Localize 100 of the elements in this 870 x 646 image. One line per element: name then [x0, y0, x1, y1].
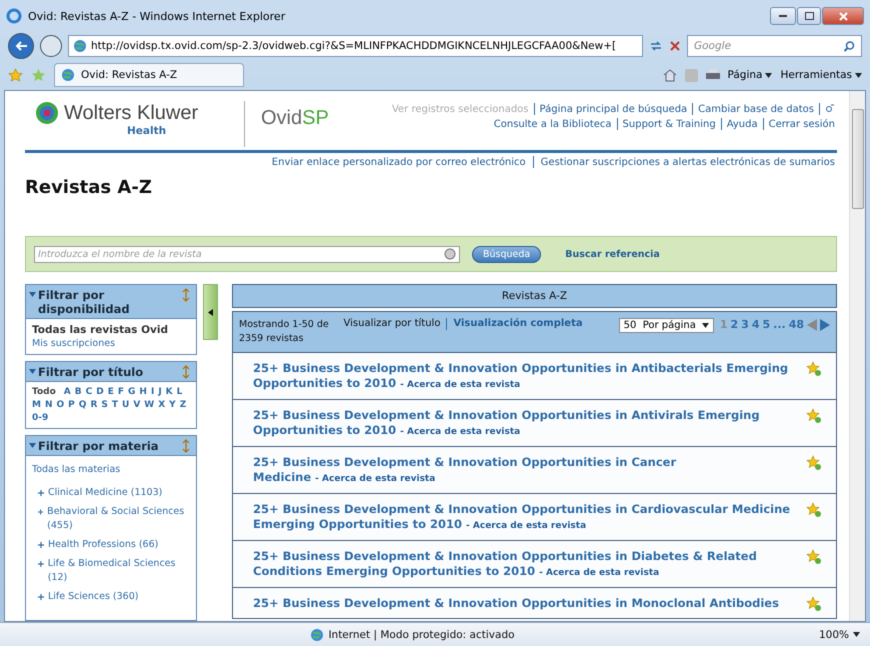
plus-icon[interactable]: [38, 594, 44, 600]
about-link[interactable]: - Acerca de esta revista: [466, 521, 586, 531]
letter-link[interactable]: E: [108, 387, 114, 397]
letter-link[interactable]: Q: [78, 400, 86, 410]
header-link[interactable]: Support & Training: [622, 118, 716, 130]
home-icon[interactable]: [662, 68, 676, 82]
view-link[interactable]: Visualización completa: [453, 318, 583, 329]
search-button[interactable]: Búsqueda: [472, 246, 542, 262]
letter-link[interactable]: G: [128, 387, 136, 397]
journal-title[interactable]: 25+ Business Development & Innovation Opportunities in Antibacterials Emerging Opportunities to 2010 - Acerca de esta revista: [253, 361, 796, 393]
favorite-star-icon[interactable]: [806, 596, 822, 612]
dropdown-caret-icon[interactable]: [702, 323, 709, 328]
journal-title[interactable]: 25+ Business Development & Innovation Opportunities in Antivirals Emerging Opportunities to 2010 - Acerca de esta revista: [253, 408, 796, 440]
search-field[interactable]: Google: [687, 35, 862, 57]
collapse-toggle[interactable]: [203, 284, 218, 340]
per-page-select[interactable]: 50 Por página: [618, 318, 714, 333]
page-link[interactable]: 4: [752, 318, 760, 331]
sort-icon[interactable]: [182, 365, 190, 379]
about-link[interactable]: - Acerca de esta revista: [400, 427, 520, 437]
filter-option[interactable]: Todas las revistas Ovid: [32, 324, 190, 336]
collapse-caret-icon[interactable]: [29, 369, 36, 374]
dropdown-caret-icon[interactable]: [853, 632, 860, 637]
collapse-caret-icon[interactable]: [29, 292, 36, 297]
toolbar-menu[interactable]: Herramientas: [780, 69, 862, 81]
dropdown-caret-icon[interactable]: [855, 72, 862, 78]
header-link[interactable]: Cerrar sesión: [768, 118, 835, 130]
letter-link[interactable]: T: [112, 400, 118, 410]
scroll-thumb[interactable]: [852, 109, 864, 209]
favorite-star-icon[interactable]: [806, 549, 822, 565]
letter-link[interactable]: B: [74, 387, 82, 397]
letter-link[interactable]: V: [133, 400, 140, 410]
letter-link[interactable]: N: [44, 400, 53, 410]
forward-button[interactable]: [40, 35, 62, 57]
plus-icon[interactable]: [38, 561, 44, 567]
letter-link[interactable]: 0-9: [32, 413, 48, 423]
letter-link[interactable]: K: [166, 387, 173, 397]
header-link[interactable]: Consulte a la Biblioteca: [494, 118, 612, 130]
address-field[interactable]: http://ovidsp.tx.ovid.com/sp-2.3/ovidweb.cgi?&S=MLINFPKACHDDMGIKNCELNHJLEGCFAA00&New+[: [68, 35, 643, 57]
next-page-icon[interactable]: [820, 318, 830, 330]
about-link[interactable]: - Acerca de esta revista: [315, 474, 436, 484]
find-citation-link[interactable]: Buscar referencia: [565, 248, 660, 260]
header-link[interactable]: Página principal de búsqueda: [540, 104, 688, 114]
letter-link[interactable]: M: [32, 400, 41, 410]
journal-title[interactable]: 25+ Business Development & Innovation Opportunities in Monoclonal Antibodies: [253, 596, 796, 611]
print-icon[interactable]: [706, 68, 720, 82]
dropdown-caret-icon[interactable]: [765, 72, 772, 78]
letter-link[interactable]: U: [122, 400, 130, 410]
plus-icon[interactable]: [38, 542, 44, 548]
page-link[interactable]: 3: [741, 318, 749, 331]
filter-header[interactable]: Filtrar por materia: [26, 436, 196, 456]
journal-title[interactable]: 25+ Business Development & Innovation Opportunities in Diabetes & Related Conditions Emerging Opportunities to 2010 - Acerca de esta revista: [253, 549, 796, 581]
star-icon[interactable]: [8, 68, 23, 82]
header-link[interactable]: Gestionar suscripciones a alertas electrónicas de sumarios: [540, 156, 835, 168]
page-link[interactable]: 48: [788, 318, 804, 331]
favorite-star-icon[interactable]: [806, 361, 822, 377]
subject-link[interactable]: Clinical Medicine (1103): [48, 486, 162, 500]
plus-icon[interactable]: [38, 490, 44, 496]
letter-link[interactable]: Y: [169, 400, 176, 410]
favorite-star-icon[interactable]: [806, 502, 822, 518]
sort-icon[interactable]: [182, 439, 190, 453]
zoom-level[interactable]: 100%: [818, 628, 849, 640]
page-link[interactable]: 5: [762, 318, 770, 331]
back-button[interactable]: [8, 33, 34, 59]
filter-option[interactable]: Mis suscripciones: [32, 338, 190, 349]
letter-link[interactable]: H: [139, 387, 147, 397]
letter-link[interactable]: C: [86, 387, 92, 397]
sort-icon[interactable]: [182, 288, 190, 302]
letter-link[interactable]: X: [158, 400, 166, 410]
favorite-star-icon[interactable]: [806, 455, 822, 471]
close-button[interactable]: [822, 7, 864, 25]
plus-icon[interactable]: [38, 509, 44, 515]
about-link[interactable]: - Acerca de esta revista: [400, 380, 520, 390]
header-link[interactable]: Cambiar base de datos: [698, 104, 814, 114]
letter-link[interactable]: Todo: [32, 387, 56, 397]
browser-tab[interactable]: Ovid: Revistas A-Z: [54, 63, 244, 87]
subject-link[interactable]: Health Professions (66): [48, 538, 158, 552]
letter-link[interactable]: R: [90, 400, 98, 410]
letter-link[interactable]: I: [150, 387, 154, 397]
subject-link[interactable]: Behavioral & Social Sciences (455): [47, 505, 190, 533]
toolbar-menu[interactable]: Página: [728, 69, 772, 81]
letter-link[interactable]: S: [101, 400, 108, 410]
refresh-icon[interactable]: [649, 39, 663, 53]
favorite-star-icon[interactable]: [806, 408, 822, 424]
filter-header[interactable]: Filtrar por disponibilidad: [26, 285, 196, 319]
letter-link[interactable]: L: [176, 387, 182, 397]
scrollbar[interactable]: [849, 91, 865, 621]
filter-header[interactable]: Filtrar por título: [26, 362, 196, 382]
maximize-button[interactable]: [797, 7, 821, 25]
header-link[interactable]: Enviar enlace personalizado por correo electrónico: [272, 156, 526, 168]
page-link[interactable]: 2: [730, 318, 738, 331]
subject-link[interactable]: Life Sciences (360): [48, 590, 138, 604]
letter-link[interactable]: W: [144, 400, 154, 410]
journal-title[interactable]: 25+ Business Development & Innovation Opportunities in Cancer Medicine - Acerca de esta revista: [253, 455, 796, 487]
minimize-button[interactable]: [770, 7, 796, 25]
journal-title[interactable]: 25+ Business Development & Innovation Opportunities in Cardiovascular Medicine Emerging Opportunities to 2010 - Acerca de esta revista: [253, 502, 796, 534]
page-link[interactable]: ...: [773, 318, 786, 331]
letter-link[interactable]: F: [118, 387, 124, 397]
letter-link[interactable]: D: [96, 387, 104, 397]
journal-search-field[interactable]: Introduzca el nombre de la revista: [34, 246, 460, 262]
letter-link[interactable]: O: [56, 400, 64, 410]
